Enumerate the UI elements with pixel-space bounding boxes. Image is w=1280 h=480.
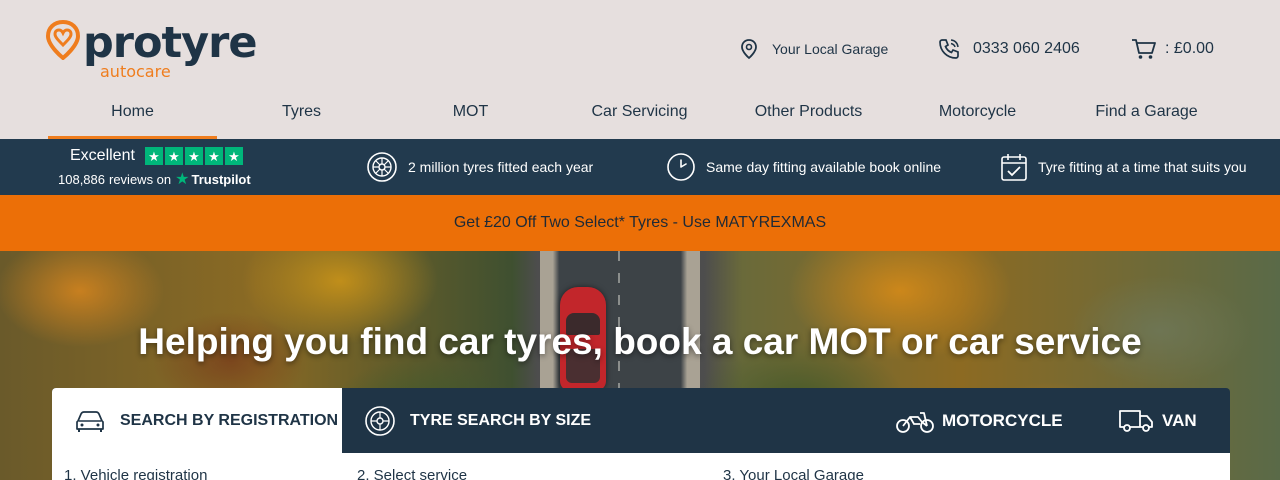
nav-item-tyres[interactable]: Tyres bbox=[217, 90, 386, 139]
protyre-logo[interactable]: protyre autocare bbox=[46, 18, 257, 81]
nav-item-find-a-garage[interactable]: Find a Garage bbox=[1062, 90, 1231, 139]
hero-banner: Helping you find car tyres, book a car M… bbox=[0, 251, 1280, 480]
reviews-count: 108,886 bbox=[58, 171, 105, 187]
map-pin-icon bbox=[741, 39, 757, 60]
basket-total: : £0.00 bbox=[1165, 40, 1214, 57]
phone-icon bbox=[939, 39, 959, 59]
star-icon: ★ bbox=[144, 147, 163, 165]
phone-number: 0333 060 2406 bbox=[973, 40, 1080, 57]
trustpilot-rating-label: Excellent bbox=[70, 147, 135, 164]
star-icon: ★ bbox=[224, 147, 243, 165]
van-icon bbox=[1119, 409, 1153, 432]
clock-icon bbox=[667, 153, 695, 181]
local-garage-link[interactable]: Your Local Garage bbox=[738, 36, 888, 62]
promo-banner[interactable]: Get £20 Off Two Select* Tyres - Use MATY… bbox=[0, 195, 1280, 251]
tyre-icon bbox=[365, 405, 395, 436]
logo-wordmark: protyre bbox=[83, 18, 257, 68]
usp-text: Same day fitting available book online bbox=[706, 159, 942, 175]
trustpilot-widget[interactable]: Excellent ★ ★ ★ ★ ★ 108,886 reviews on ★… bbox=[58, 147, 258, 189]
tab-label: MOTORCYCLE bbox=[942, 410, 1063, 430]
usp-fitting-time: Tyre fitting at a time that suits you bbox=[1000, 151, 1247, 183]
tab-motorcycle[interactable]: MOTORCYCLE bbox=[896, 388, 1063, 453]
logo-subtitle: autocare bbox=[100, 62, 171, 81]
usp-text: 2 million tyres fitted each year bbox=[408, 159, 594, 175]
star-icon: ★ bbox=[204, 147, 223, 165]
nav-item-mot[interactable]: MOT bbox=[386, 90, 555, 139]
nav-item-motorcycle[interactable]: Motorcycle bbox=[893, 90, 1062, 139]
main-navigation: Home Tyres MOT Car Servicing Other Produ… bbox=[48, 90, 1231, 139]
nav-item-other-products[interactable]: Other Products bbox=[724, 90, 893, 139]
shopping-cart-icon bbox=[1132, 39, 1156, 59]
tab-label: VAN bbox=[1162, 410, 1197, 430]
tab-van[interactable]: VAN bbox=[1118, 388, 1197, 453]
trust-bar: Excellent ★ ★ ★ ★ ★ 108,886 reviews on ★… bbox=[0, 139, 1280, 195]
usp-same-day: Same day fitting available book online bbox=[666, 151, 941, 183]
star-icon: ★ bbox=[184, 147, 203, 165]
step-select-service: 2. Select service bbox=[357, 467, 468, 480]
calendar-check-icon bbox=[1001, 154, 1027, 181]
star-icon: ★ bbox=[164, 147, 183, 165]
step-local-garage: 3. Your Local Garage bbox=[723, 467, 864, 480]
phone-link[interactable]: 0333 060 2406 bbox=[937, 36, 1080, 62]
trustpilot-name: Trustpilot bbox=[191, 171, 251, 187]
step-vehicle-registration: 1. Vehicle registration bbox=[64, 467, 208, 480]
tab-search-by-registration[interactable]: SEARCH BY REGISTRATION bbox=[52, 388, 342, 453]
nav-item-car-servicing[interactable]: Car Servicing bbox=[555, 90, 724, 139]
basket-link[interactable]: : £0.00 bbox=[1131, 36, 1214, 62]
car-icon bbox=[76, 410, 104, 432]
trustpilot-star-icon: ★ bbox=[175, 171, 190, 188]
vehicle-search-panel: SEARCH BY REGISTRATION TYRE SEARCH BY SI… bbox=[52, 388, 1230, 480]
tab-label: SEARCH BY REGISTRATION bbox=[120, 411, 339, 429]
nav-item-home[interactable]: Home bbox=[48, 90, 217, 139]
local-garage-label: Your Local Garage bbox=[772, 41, 889, 57]
tab-tyre-search-by-size[interactable]: TYRE SEARCH BY SIZE bbox=[364, 388, 591, 453]
hero-title: Helping you find car tyres, book a car M… bbox=[138, 321, 1142, 362]
motorcycle-icon bbox=[896, 411, 934, 433]
tyre-icon bbox=[367, 152, 397, 182]
reviews-on-label: reviews on bbox=[109, 171, 172, 187]
usp-tyres-fitted: 2 million tyres fitted each year bbox=[366, 151, 593, 183]
tab-label: TYRE SEARCH BY SIZE bbox=[410, 411, 592, 429]
trustpilot-logo: ★ Trustpilot bbox=[175, 169, 251, 189]
location-heart-icon bbox=[46, 20, 80, 60]
usp-text: Tyre fitting at a time that suits you bbox=[1038, 159, 1247, 175]
registration-search-form: 1. Vehicle registration 2. Select servic… bbox=[52, 453, 1230, 480]
site-header: protyre autocare Your Local Garage 0333 … bbox=[0, 0, 1280, 139]
trustpilot-stars: ★ ★ ★ ★ ★ bbox=[144, 147, 243, 165]
